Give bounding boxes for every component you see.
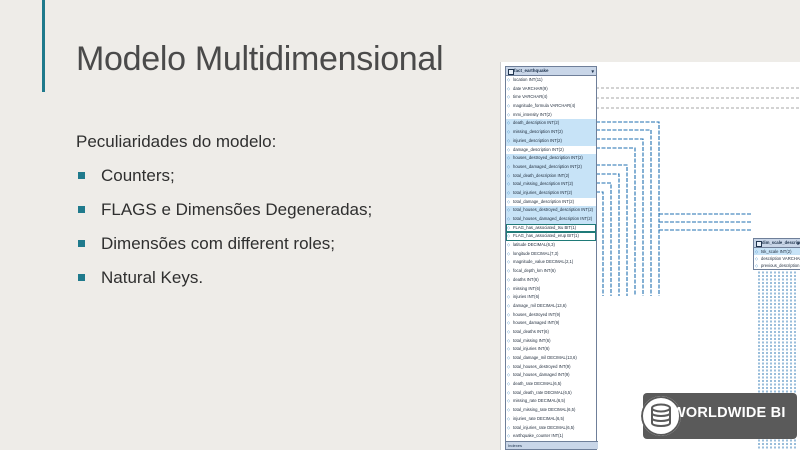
bullet-text: Dimensões com different roles; xyxy=(101,234,336,253)
table-column[interactable]: damage_description INT(2) xyxy=(506,146,596,155)
table-column[interactable]: total_missing INT(6) xyxy=(506,337,596,346)
bullet-item: Natural Keys. xyxy=(76,268,372,302)
table-column[interactable]: total_injuries_rate DECIMAL(6,5) xyxy=(506,424,596,433)
bullet-text: Natural Keys. xyxy=(101,268,204,287)
table-column[interactable]: injuries INT(6) xyxy=(506,293,596,302)
collapse-icon[interactable]: ▾ xyxy=(591,68,594,76)
bullet-text: Counters; xyxy=(101,166,175,185)
table-column[interactable]: total_houses_destroyed_description INT(2… xyxy=(506,206,596,215)
table-column[interactable]: deaths INT(6) xyxy=(506,276,596,285)
table-icon xyxy=(508,69,514,75)
table-column[interactable]: focal_depth_km INT(6) xyxy=(506,267,596,276)
table-column[interactable]: total_missing_description INT(2) xyxy=(506,180,596,189)
table-column[interactable]: description VARCHAR(39) xyxy=(754,255,800,262)
fact-table-indexes-bar[interactable]: Indexes xyxy=(506,441,598,449)
dim-scale-description-table[interactable]: dim_scale_description ▾ tsk_scale INT(2)… xyxy=(753,238,800,270)
relationship-line-injuries xyxy=(596,147,636,296)
table-column[interactable]: total_death_rate DECIMAL(6,5) xyxy=(506,389,596,398)
bullet-item: FLAGS e Dimensões Degeneradas; xyxy=(76,200,372,234)
fact-table-name: fact_earthquake xyxy=(514,68,549,73)
table-column[interactable]: total_damage_mil DECIMAL(13,6) xyxy=(506,354,596,363)
table-column[interactable]: location INT(11) xyxy=(506,76,596,85)
dim-table-header[interactable]: dim_scale_description ▾ xyxy=(754,239,800,248)
table-column[interactable]: total_houses_damaged INT(9) xyxy=(506,371,596,380)
title-accent-bar xyxy=(42,0,45,92)
table-column[interactable]: total_houses_destroyed INT(9) xyxy=(506,363,596,372)
bullet-item: Dimensões com different roles; xyxy=(76,234,372,268)
bullet-item: Counters; xyxy=(76,166,372,200)
table-column[interactable]: houses_damaged INT(9) xyxy=(506,319,596,328)
table-icon xyxy=(756,241,762,247)
dim-table-name: dim_scale_description xyxy=(762,240,800,245)
bullet-marker-icon xyxy=(78,274,85,281)
table-column[interactable]: time VARCHAR(4) xyxy=(506,93,596,102)
dim-table-columns: tsk_scale INT(2)description VARCHAR(39)p… xyxy=(754,248,800,269)
slide-title: Modelo Multidimensional xyxy=(76,40,444,78)
bullet-marker-icon xyxy=(78,240,85,247)
table-column[interactable]: missing_description INT(2) xyxy=(506,128,596,137)
table-column[interactable]: earthquake_counter INT(1) xyxy=(506,432,596,441)
table-column[interactable]: mmi_intensity INT(2) xyxy=(506,111,596,120)
table-column[interactable]: death_rate DECIMAL(6,5) xyxy=(506,380,596,389)
table-column[interactable]: total_deaths INT(6) xyxy=(506,328,596,337)
table-column[interactable]: latitude DECIMAL(6,3) xyxy=(506,241,596,250)
bullet-marker-icon xyxy=(78,172,85,179)
er-diagram: fact_earthquake ▾ location INT(11)date V… xyxy=(500,62,800,450)
table-column[interactable]: houses_damaged_description INT(2) xyxy=(506,162,596,172)
table-column[interactable]: previous_description VARCHAR(39) xyxy=(754,262,800,269)
table-column[interactable]: total_damage_description INT(2) xyxy=(506,198,596,207)
table-column[interactable]: death_description INT(2) xyxy=(506,119,596,129)
table-column[interactable]: total_missing_rate DECIMAL(6,5) xyxy=(506,406,596,415)
table-column[interactable]: total_injuries INT(6) xyxy=(506,345,596,354)
table-column[interactable]: injuries_rate DECIMAL(6,5) xyxy=(506,415,596,424)
table-column[interactable]: houses_destroyed_description INT(2) xyxy=(506,154,596,163)
table-column[interactable]: magnitude_formula VARCHAR(4) xyxy=(506,102,596,111)
fact-table-header[interactable]: fact_earthquake ▾ xyxy=(506,67,596,76)
table-column[interactable]: injuries_description INT(2) xyxy=(506,136,596,146)
watermark-text: WORLDWIDE BI xyxy=(672,405,786,421)
table-column[interactable]: longitude DECIMAL(7,3) xyxy=(506,250,596,259)
table-column[interactable]: total_houses_damaged_description INT(2) xyxy=(506,215,596,224)
fact-earthquake-table[interactable]: fact_earthquake ▾ location INT(11)date V… xyxy=(505,66,598,450)
table-column[interactable]: tsk_scale INT(2) xyxy=(754,248,800,255)
table-column[interactable]: damage_mil DECIMAL(13,6) xyxy=(506,302,596,311)
slide-intro: Peculiaridades do modelo: xyxy=(76,132,277,151)
bullet-list: Counters; FLAGS e Dimensões Degeneradas;… xyxy=(76,166,372,302)
table-column[interactable]: houses_destroyed INT(9) xyxy=(506,311,596,320)
bullet-text: FLAGS e Dimensões Degeneradas; xyxy=(101,200,373,219)
table-column[interactable]: magnitude_value DECIMAL(2,1) xyxy=(506,258,596,267)
bullet-marker-icon xyxy=(78,206,85,213)
table-column[interactable]: total_injuries_description INT(2) xyxy=(506,188,596,198)
relationship-line-total-missing xyxy=(596,191,604,296)
table-column[interactable]: FLAG_has_associated_tsu BIT(1) xyxy=(506,223,596,233)
table-column[interactable]: FLAG_has_associated_erup BIT(1) xyxy=(506,232,596,242)
table-column[interactable]: date VARCHAR(9) xyxy=(506,85,596,94)
table-column[interactable]: missing INT(6) xyxy=(506,285,596,294)
table-column[interactable]: total_death_description INT(2) xyxy=(506,171,596,181)
table-column[interactable]: missing_rate DECIMAL(6,5) xyxy=(506,397,596,406)
fact-table-columns: location INT(11)date VARCHAR(9)time VARC… xyxy=(506,76,596,441)
